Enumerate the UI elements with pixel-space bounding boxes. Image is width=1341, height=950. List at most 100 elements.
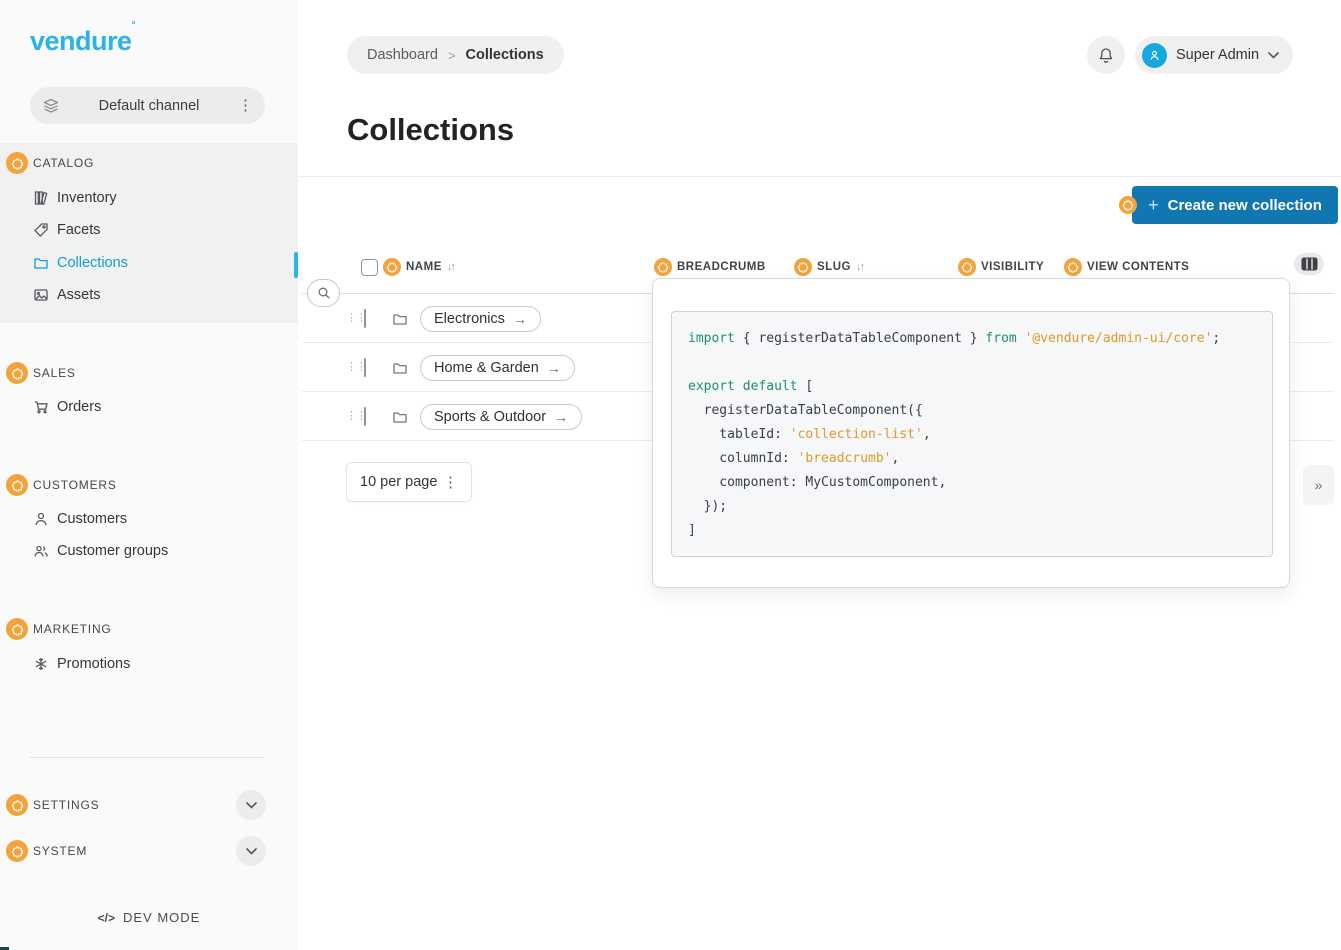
column-header-name: NAME ↓↑ bbox=[361, 258, 454, 276]
breadcrumb: Dashboard > Collections bbox=[347, 36, 564, 74]
dev-mode-toggle[interactable]: </> DEV MODE bbox=[0, 910, 298, 925]
extension-badge-icon bbox=[383, 258, 401, 276]
chevron-down-icon bbox=[246, 848, 257, 855]
collection-link[interactable]: Sports & Outdoor → bbox=[420, 404, 582, 430]
channel-selector[interactable]: Default channel ⋮ bbox=[30, 87, 265, 124]
column-header-visibility: VISIBILITY bbox=[958, 258, 1044, 276]
sidebar-item-label: Orders bbox=[57, 399, 101, 415]
channel-kebab-icon[interactable]: ⋮ bbox=[238, 98, 253, 113]
row-checkbox[interactable] bbox=[364, 407, 366, 426]
settings-expand-button[interactable] bbox=[236, 790, 266, 820]
sidebar-section-system[interactable]: SYSTEM bbox=[6, 840, 87, 862]
column-label-name[interactable]: NAME bbox=[406, 261, 442, 273]
code-icon: </> bbox=[98, 911, 115, 925]
column-label-view-contents[interactable]: VIEW CONTENTS bbox=[1087, 261, 1189, 273]
extension-badge-icon bbox=[1064, 258, 1082, 276]
sidebar-item-assets[interactable]: Assets bbox=[33, 287, 101, 303]
dev-mode-label: DEV MODE bbox=[123, 910, 200, 925]
column-label-visibility[interactable]: VISIBILITY bbox=[981, 261, 1044, 273]
collection-name: Sports & Outdoor bbox=[434, 409, 546, 425]
kebab-icon: ⋮ bbox=[443, 475, 458, 490]
breadcrumb-collections[interactable]: Collections bbox=[466, 47, 544, 63]
collection-link[interactable]: Electronics → bbox=[420, 306, 541, 332]
table-row[interactable]: ⋮⋮ Home & Garden → bbox=[346, 343, 575, 392]
sidebar-section-customers: CUSTOMERS bbox=[6, 474, 117, 496]
section-label-settings: SETTINGS bbox=[33, 798, 99, 812]
sidebar-item-label: Customers bbox=[57, 511, 127, 527]
table-row[interactable]: ⋮⋮ Sports & Outdoor → bbox=[346, 392, 582, 441]
sidebar-section-settings[interactable]: SETTINGS bbox=[6, 794, 99, 816]
drag-handle-icon[interactable]: ⋮⋮ bbox=[346, 363, 358, 373]
column-label-breadcrumb[interactable]: BREADCRUMB bbox=[677, 261, 766, 273]
folder-icon bbox=[392, 360, 408, 376]
sidebar-item-label: Collections bbox=[57, 255, 128, 271]
extension-badge-icon bbox=[794, 258, 812, 276]
collection-link[interactable]: Home & Garden → bbox=[420, 355, 575, 381]
sidebar-item-promotions[interactable]: Promotions bbox=[33, 656, 130, 672]
row-checkbox[interactable] bbox=[364, 309, 366, 328]
row-checkbox[interactable] bbox=[364, 358, 366, 377]
sidebar-item-label: Facets bbox=[57, 222, 101, 238]
folder-icon bbox=[33, 255, 49, 271]
folder-icon bbox=[392, 409, 408, 425]
sidebar-item-customers[interactable]: Customers bbox=[33, 511, 127, 527]
select-all-checkbox[interactable] bbox=[361, 259, 378, 276]
sidebar-section-catalog: CATALOG bbox=[6, 152, 94, 174]
users-icon bbox=[33, 543, 49, 559]
search-icon bbox=[317, 286, 331, 300]
breadcrumb-separator: > bbox=[448, 48, 456, 63]
extension-badge-icon bbox=[6, 474, 28, 496]
dev-mode-code-popover: import { registerDataTableComponent } fr… bbox=[652, 278, 1290, 588]
avatar bbox=[1142, 43, 1167, 68]
collection-name: Home & Garden bbox=[434, 360, 539, 376]
section-label-customers: CUSTOMERS bbox=[33, 478, 117, 492]
table-row[interactable]: ⋮⋮ Electronics → bbox=[346, 294, 541, 343]
inventory-icon bbox=[33, 190, 49, 206]
user-icon bbox=[33, 511, 49, 527]
sort-icon[interactable]: ↓↑ bbox=[856, 261, 863, 273]
next-page-button[interactable]: » bbox=[1303, 465, 1334, 505]
table-search-button[interactable] bbox=[307, 279, 340, 307]
collection-name: Electronics bbox=[434, 311, 505, 327]
column-settings-button[interactable] bbox=[1294, 253, 1324, 275]
column-header-breadcrumb: BREADCRUMB bbox=[654, 258, 766, 276]
sidebar-section-marketing: MARKETING bbox=[6, 618, 112, 640]
breadcrumb-dashboard[interactable]: Dashboard bbox=[367, 47, 438, 63]
sidebar-item-label: Inventory bbox=[57, 190, 117, 206]
sidebar-item-facets[interactable]: Facets bbox=[33, 222, 101, 238]
chevron-down-icon bbox=[1268, 52, 1279, 59]
arrow-right-icon: → bbox=[513, 311, 527, 327]
per-page-label: 10 per page bbox=[360, 474, 437, 490]
active-item-indicator bbox=[294, 252, 298, 278]
section-label-system: SYSTEM bbox=[33, 844, 87, 858]
sidebar-item-collections[interactable]: Collections bbox=[33, 255, 128, 271]
drag-handle-icon[interactable]: ⋮⋮ bbox=[346, 314, 358, 324]
extension-badge-icon bbox=[6, 840, 28, 862]
folder-icon bbox=[392, 311, 408, 327]
logo-mark: ° bbox=[132, 20, 136, 31]
promotion-icon bbox=[33, 656, 49, 672]
drag-handle-icon[interactable]: ⋮⋮ bbox=[346, 412, 358, 422]
column-label-slug[interactable]: SLUG bbox=[817, 261, 851, 273]
system-expand-button[interactable] bbox=[236, 836, 266, 866]
create-new-collection-button[interactable]: + Create new collection bbox=[1132, 186, 1338, 224]
section-label-marketing: MARKETING bbox=[33, 622, 112, 636]
extension-badge-icon bbox=[6, 618, 28, 640]
plus-icon: + bbox=[1148, 195, 1159, 216]
extension-badge-icon bbox=[6, 362, 28, 384]
user-menu[interactable]: Super Admin bbox=[1135, 36, 1293, 74]
channel-label: Default channel bbox=[60, 98, 238, 114]
columns-icon bbox=[1301, 257, 1318, 271]
items-per-page-select[interactable]: 10 per page ⋮ bbox=[346, 462, 472, 502]
notifications-button[interactable] bbox=[1087, 36, 1125, 74]
page-title: Collections bbox=[347, 112, 514, 148]
bell-icon bbox=[1097, 46, 1115, 65]
sidebar-item-customer-groups[interactable]: Customer groups bbox=[33, 543, 168, 559]
sidebar-item-label: Assets bbox=[57, 287, 101, 303]
tag-icon bbox=[33, 222, 49, 238]
sort-icon[interactable]: ↓↑ bbox=[447, 261, 454, 273]
sidebar-item-inventory[interactable]: Inventory bbox=[33, 190, 117, 206]
sidebar-item-orders[interactable]: Orders bbox=[33, 399, 101, 415]
sidebar: vendure° Default channel ⋮ CATALOG Inven… bbox=[0, 0, 298, 950]
arrow-right-icon: → bbox=[554, 409, 568, 425]
